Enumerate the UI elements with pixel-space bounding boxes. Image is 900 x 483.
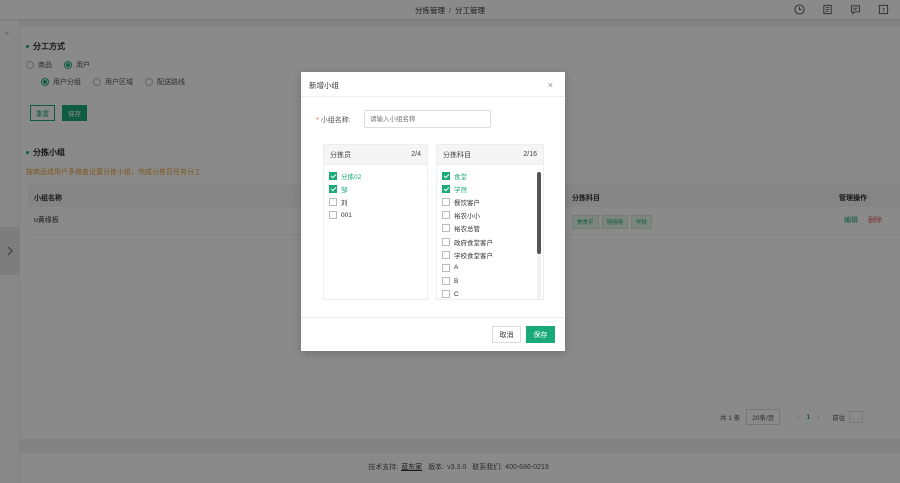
dialog-save-button[interactable]: 保存 — [526, 326, 555, 343]
subject-item[interactable]: A — [437, 261, 543, 274]
group-name-label: * 小组名称: — [316, 115, 351, 125]
add-group-dialog: 新增小组 × *小组名称: 分拣员 2/4 分拣02 邹 刘 001 分拣科目 … — [301, 72, 565, 351]
required-mark: * — [316, 117, 319, 124]
sorter-list: 分拣02 邹 刘 001 — [324, 165, 427, 222]
checkbox — [442, 197, 450, 206]
sorter-panel-header: 分拣员 2/4 — [324, 145, 427, 165]
subject-list: 食堂 学然 餐饮客户 裕农小小 裕农总管 政府食堂客户 学校食堂客户 A B C — [437, 165, 543, 301]
subject-item-label: 政府食堂客户 — [454, 239, 493, 247]
subject-item[interactable]: C — [437, 288, 543, 301]
subject-item-label: 食堂 — [454, 173, 467, 181]
subject-item-label: A — [454, 264, 459, 272]
dialog-title: 新增小组 — [309, 81, 339, 90]
subject-panel-count: 2/16 — [523, 151, 537, 158]
subject-item-label: 裕农总管 — [454, 226, 480, 234]
subject-item-label: 裕农小小 — [454, 213, 480, 221]
group-name-input[interactable] — [364, 110, 491, 128]
subject-item-label: 餐饮客户 — [454, 199, 480, 207]
checkbox — [442, 211, 450, 220]
checkbox — [329, 211, 337, 220]
subject-item[interactable]: 裕农小小 — [437, 209, 543, 222]
subject-item[interactable]: 学然 — [437, 182, 543, 195]
subject-item-label: 学校食堂客户 — [454, 252, 493, 260]
checkbox — [442, 171, 450, 180]
sorter-panel-title: 分拣员 — [330, 151, 351, 159]
checkbox — [329, 197, 337, 206]
sorter-panel-count: 2/4 — [411, 151, 421, 158]
subject-item-label: 学然 — [454, 186, 467, 194]
close-icon[interactable]: × — [548, 81, 553, 90]
sorter-item-label: 刘 — [341, 199, 348, 207]
checkbox — [442, 237, 450, 246]
sorter-item[interactable]: 邹 — [324, 182, 427, 195]
scrollbar-thumb[interactable] — [537, 172, 541, 254]
checkbox — [329, 171, 337, 180]
subject-panel-title: 分拣科目 — [443, 151, 471, 159]
checkbox — [442, 290, 450, 299]
subject-item-label: B — [454, 277, 459, 285]
dialog-divider — [301, 96, 565, 97]
subject-item[interactable]: 餐饮客户 — [437, 195, 543, 208]
sorter-item-label: 001 — [341, 211, 352, 219]
subject-item-label: C — [454, 290, 459, 298]
checkbox — [329, 184, 337, 193]
subject-item[interactable]: 裕农总管 — [437, 222, 543, 235]
group-name-label-text: 小组名称: — [320, 117, 351, 124]
subject-item[interactable]: 学校食堂客户 — [437, 248, 543, 261]
subject-transfer-panel: 分拣科目 2/16 食堂 学然 餐饮客户 裕农小小 裕农总管 政府食堂客户 学校… — [436, 144, 544, 300]
subject-panel-header: 分拣科目 2/16 — [437, 145, 543, 165]
sorter-item-label: 邹 — [341, 186, 348, 194]
subject-item[interactable]: 食堂 — [437, 169, 543, 182]
dialog-footer-divider — [301, 317, 565, 318]
sorter-item[interactable]: 分拣02 — [324, 169, 427, 182]
dialog-cancel-button[interactable]: 取消 — [492, 326, 521, 343]
sorter-item-label: 分拣02 — [341, 173, 362, 181]
sorter-item[interactable]: 刘 — [324, 195, 427, 208]
checkbox — [442, 263, 450, 272]
checkbox — [442, 184, 450, 193]
subject-item[interactable]: 政府食堂客户 — [437, 235, 543, 248]
checkbox — [442, 277, 450, 286]
sorter-item[interactable]: 001 — [324, 209, 427, 222]
checkbox — [442, 224, 450, 233]
sorter-transfer-panel: 分拣员 2/4 分拣02 邹 刘 001 — [323, 144, 428, 300]
subject-list-scrollbar[interactable] — [537, 172, 541, 300]
subject-item[interactable]: B — [437, 275, 543, 288]
checkbox — [442, 250, 450, 259]
